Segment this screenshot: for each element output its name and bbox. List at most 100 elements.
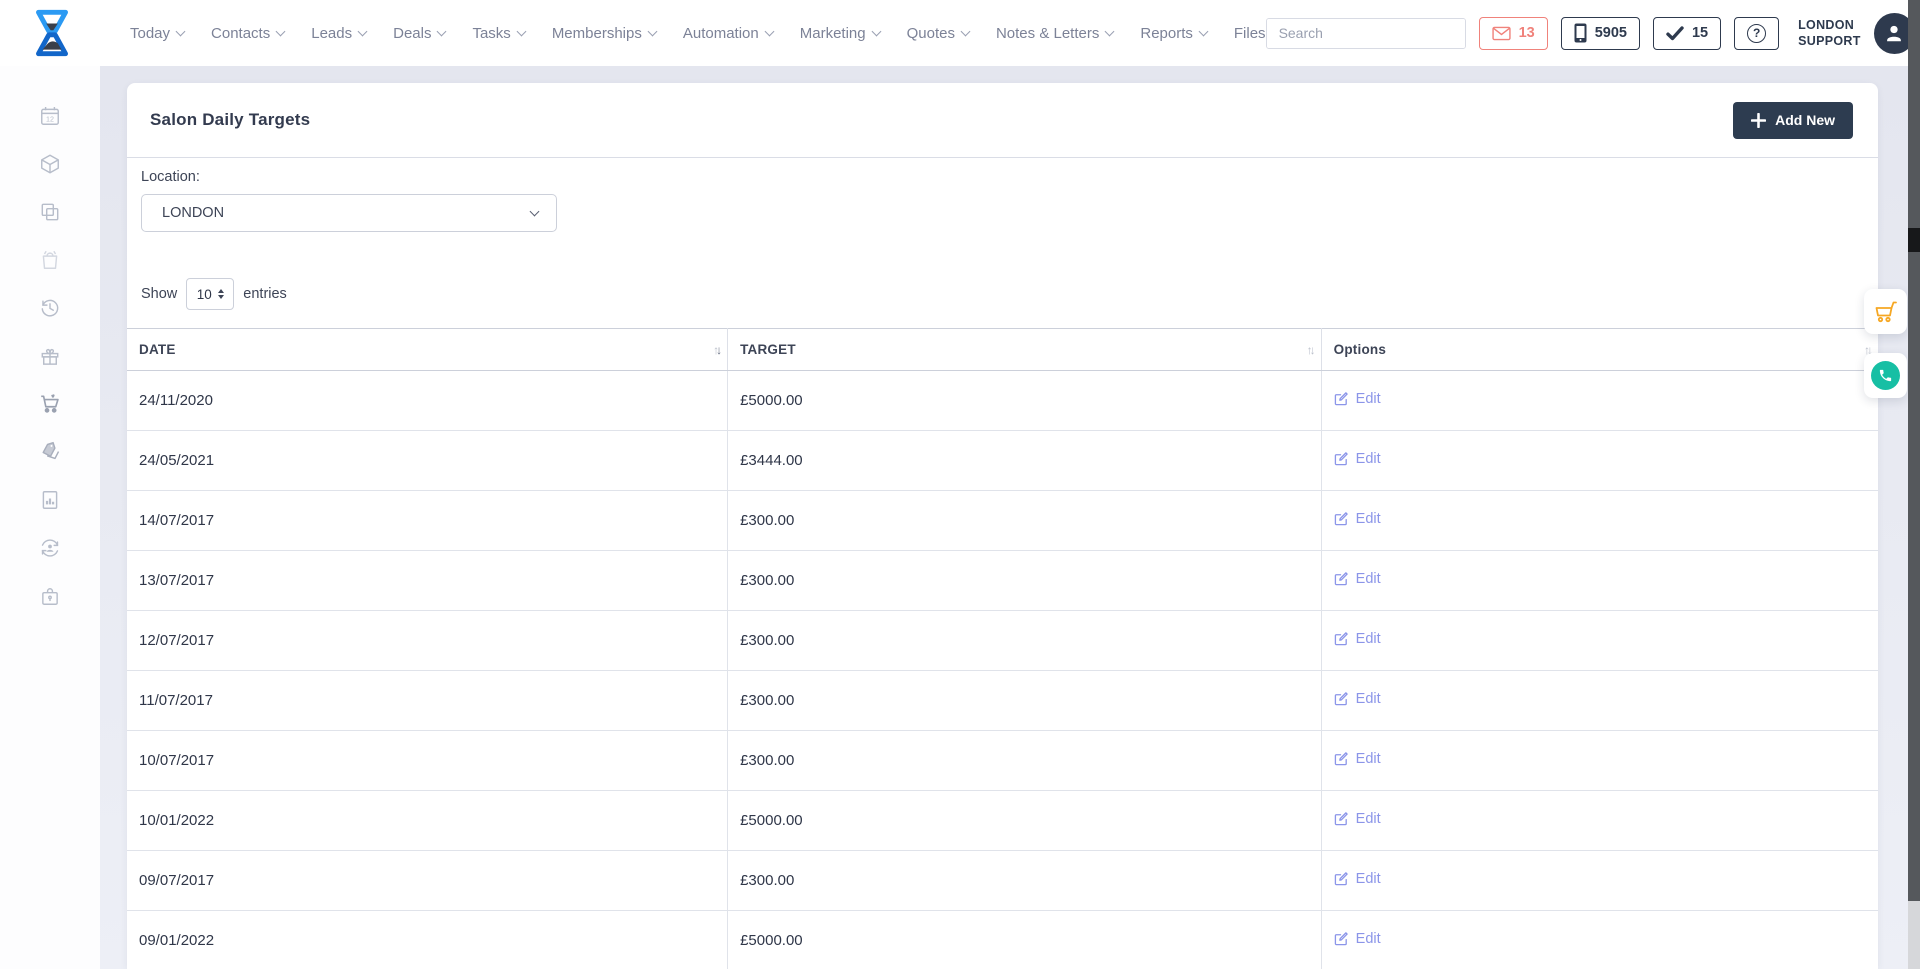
user-icon bbox=[1883, 22, 1905, 44]
location-filter: Location: LONDON bbox=[141, 169, 1878, 232]
calendar-icon[interactable]: 12 bbox=[38, 104, 62, 128]
edit-icon bbox=[1334, 451, 1349, 466]
history-icon[interactable] bbox=[38, 296, 62, 320]
nav-item-today[interactable]: Today bbox=[130, 25, 184, 42]
sidebar: 12 bbox=[0, 66, 100, 969]
table-row: 10/07/2017 £300.00 Edit bbox=[127, 731, 1878, 791]
nav-item-deals[interactable]: Deals bbox=[393, 25, 445, 42]
target-cell: £5000.00 bbox=[728, 791, 1322, 851]
package-icon[interactable] bbox=[38, 152, 62, 176]
mobile-phone-icon bbox=[1574, 23, 1587, 43]
chevron-down-icon bbox=[961, 26, 971, 36]
chevron-down-icon bbox=[276, 26, 286, 36]
brand-logo-icon[interactable] bbox=[24, 6, 80, 60]
nav-item-quotes[interactable]: Quotes bbox=[907, 25, 969, 42]
chevron-down-icon bbox=[358, 26, 368, 36]
page-title: Salon Daily Targets bbox=[150, 110, 310, 130]
location-label: Location: bbox=[141, 169, 1878, 185]
nav-item-marketing[interactable]: Marketing bbox=[800, 25, 880, 42]
nav-item-files[interactable]: Files bbox=[1234, 25, 1266, 42]
edit-icon bbox=[1334, 751, 1349, 766]
basket-widget[interactable] bbox=[1864, 289, 1907, 334]
nav-item-leads[interactable]: Leads bbox=[311, 25, 366, 42]
card-header: Salon Daily Targets Add New bbox=[127, 83, 1878, 158]
edit-link[interactable]: Edit bbox=[1334, 691, 1381, 707]
table-row: 24/05/2021 £3444.00 Edit bbox=[127, 431, 1878, 491]
entries-length-control: Show 10 entries bbox=[141, 278, 1878, 310]
copy-icon[interactable] bbox=[38, 200, 62, 224]
targets-table: DATE ↑↓ TARGET ↑↓ Options ↑↓ 24/11/2020 … bbox=[127, 328, 1878, 969]
scrollbar-marker bbox=[1908, 228, 1920, 252]
date-cell: 11/07/2017 bbox=[127, 671, 728, 731]
column-header-date[interactable]: DATE ↑↓ bbox=[127, 329, 728, 371]
column-header-options[interactable]: Options ↑↓ bbox=[1321, 329, 1878, 371]
column-header-target[interactable]: TARGET ↑↓ bbox=[728, 329, 1322, 371]
search-box bbox=[1266, 18, 1466, 49]
lock-icon[interactable] bbox=[38, 584, 62, 608]
shopping-bag-icon[interactable] bbox=[38, 248, 62, 272]
edit-link[interactable]: Edit bbox=[1334, 871, 1381, 887]
nav-item-contacts[interactable]: Contacts bbox=[211, 25, 284, 42]
edit-link[interactable]: Edit bbox=[1334, 811, 1381, 827]
target-cell: £300.00 bbox=[728, 671, 1322, 731]
topbar-right: 13 5905 15 ? LONDON SUPPORT bbox=[1266, 13, 1915, 54]
edit-link[interactable]: Edit bbox=[1334, 931, 1381, 947]
location-select[interactable]: LONDON bbox=[141, 194, 557, 232]
edit-link[interactable]: Edit bbox=[1334, 571, 1381, 587]
search-input[interactable] bbox=[1267, 19, 1466, 48]
edit-icon bbox=[1334, 511, 1349, 526]
chevron-down-icon bbox=[176, 26, 186, 36]
target-cell: £3444.00 bbox=[728, 431, 1322, 491]
edit-link[interactable]: Edit bbox=[1334, 631, 1381, 647]
edit-link[interactable]: Edit bbox=[1334, 511, 1381, 527]
edit-link[interactable]: Edit bbox=[1334, 391, 1381, 407]
date-cell: 09/07/2017 bbox=[127, 851, 728, 911]
target-cell: £300.00 bbox=[728, 731, 1322, 791]
target-cell: £5000.00 bbox=[728, 371, 1322, 431]
gift-icon[interactable] bbox=[38, 344, 62, 368]
nav-item-automation[interactable]: Automation bbox=[683, 25, 773, 42]
edit-icon bbox=[1334, 571, 1349, 586]
tags-icon[interactable] bbox=[38, 440, 62, 464]
call-widget[interactable] bbox=[1864, 353, 1907, 398]
options-cell: Edit bbox=[1321, 611, 1878, 671]
target-cell: £300.00 bbox=[728, 551, 1322, 611]
account-sync-icon[interactable] bbox=[38, 536, 62, 560]
nav-item-memberships[interactable]: Memberships bbox=[552, 25, 656, 42]
topbar: Today Contacts Leads Deals Tasks Members… bbox=[0, 0, 1920, 66]
cart-icon[interactable] bbox=[38, 392, 62, 416]
edit-icon bbox=[1334, 391, 1349, 406]
chevron-down-icon bbox=[437, 26, 447, 36]
options-cell: Edit bbox=[1321, 731, 1878, 791]
date-cell: 24/11/2020 bbox=[127, 371, 728, 431]
edit-icon bbox=[1334, 871, 1349, 886]
messages-badge[interactable]: 13 bbox=[1479, 17, 1548, 50]
edit-icon bbox=[1334, 811, 1349, 826]
nav-item-notes-letters[interactable]: Notes & Letters bbox=[996, 25, 1113, 42]
scrollbar-thumb[interactable] bbox=[1908, 0, 1920, 901]
entries-select[interactable]: 10 bbox=[186, 278, 234, 310]
target-cell: £300.00 bbox=[728, 491, 1322, 551]
help-badge[interactable]: ? bbox=[1734, 17, 1779, 50]
date-cell: 14/07/2017 bbox=[127, 491, 728, 551]
chevron-down-icon bbox=[530, 206, 540, 216]
edit-link[interactable]: Edit bbox=[1334, 751, 1381, 767]
calls-badge[interactable]: 5905 bbox=[1561, 17, 1640, 50]
main-nav: Today Contacts Leads Deals Tasks Members… bbox=[130, 25, 1266, 42]
nav-item-reports[interactable]: Reports bbox=[1140, 25, 1207, 42]
table-row: 10/01/2022 £5000.00 Edit bbox=[127, 791, 1878, 851]
tasks-badge[interactable]: 15 bbox=[1653, 17, 1721, 50]
options-cell: Edit bbox=[1321, 911, 1878, 969]
table-row: 24/11/2020 £5000.00 Edit bbox=[127, 371, 1878, 431]
target-cell: £300.00 bbox=[728, 611, 1322, 671]
page-scrollbar bbox=[1908, 0, 1920, 969]
date-cell: 10/07/2017 bbox=[127, 731, 728, 791]
user-name: LONDON SUPPORT bbox=[1798, 17, 1861, 50]
add-new-button[interactable]: Add New bbox=[1733, 102, 1853, 139]
edit-link[interactable]: Edit bbox=[1334, 451, 1381, 467]
report-icon[interactable] bbox=[38, 488, 62, 512]
nav-item-tasks[interactable]: Tasks bbox=[472, 25, 524, 42]
sort-icon: ↑↓ bbox=[713, 343, 719, 357]
chevron-down-icon bbox=[1105, 26, 1115, 36]
table-row: 12/07/2017 £300.00 Edit bbox=[127, 611, 1878, 671]
